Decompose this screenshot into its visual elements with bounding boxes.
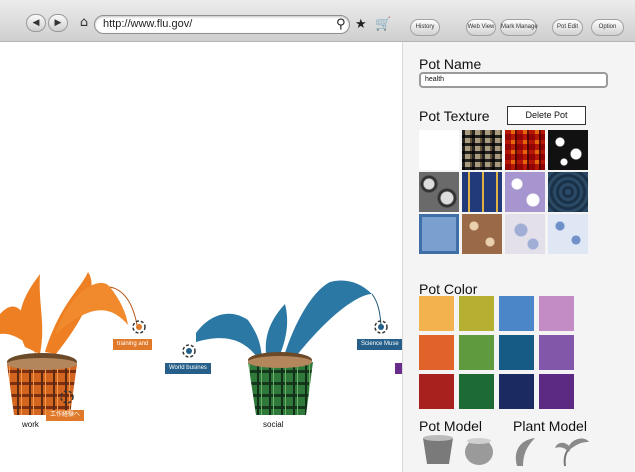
texture-floral-pale[interactable] xyxy=(505,214,545,254)
pot-caption-social: social xyxy=(263,420,284,429)
url-text: http://www.flu.gov/ xyxy=(103,18,193,30)
pot-rim xyxy=(7,358,77,370)
color-swatch[interactable] xyxy=(459,374,494,409)
color-swatch[interactable] xyxy=(419,296,454,331)
texture-paisley-brown[interactable] xyxy=(462,214,502,254)
pot-edit-button[interactable]: Pot Edit xyxy=(552,19,583,36)
pot-caption-work: work xyxy=(22,420,39,429)
mark-manage-button[interactable]: Mark Manage xyxy=(500,19,538,36)
option-button[interactable]: Option xyxy=(591,19,624,36)
search-icon[interactable]: ⚲ xyxy=(336,17,346,32)
texture-damask[interactable] xyxy=(548,130,588,170)
texture-floral-lilac[interactable] xyxy=(505,172,545,212)
plant-model-title: Plant Model xyxy=(513,418,587,434)
pot-model-round-icon[interactable] xyxy=(465,438,493,465)
model-icons xyxy=(423,435,589,467)
plant-model-leaf-icon[interactable] xyxy=(515,438,535,466)
color-swatch[interactable] xyxy=(539,374,574,409)
cart-icon[interactable]: 🛒 xyxy=(375,17,391,32)
home-icon[interactable]: ⌂ xyxy=(76,16,92,32)
texture-plaid-red[interactable] xyxy=(505,130,545,170)
app-window: ◀ ▶ ⌂ http://www.flu.gov/ ⚲ ★ 🛒 History … xyxy=(0,0,635,472)
browser-toolbar: ◀ ▶ ⌂ http://www.flu.gov/ ⚲ ★ 🛒 History … xyxy=(0,0,635,42)
blue-stem xyxy=(371,293,382,326)
web-view-button[interactable]: Web View xyxy=(466,19,496,36)
pot-texture-title: Pot Texture xyxy=(419,108,490,124)
node-dot xyxy=(186,348,192,354)
plant-canvas[interactable] xyxy=(0,42,402,472)
texture-tribal-blue[interactable] xyxy=(462,172,502,212)
color-swatch[interactable] xyxy=(539,296,574,331)
star-icon[interactable]: ★ xyxy=(355,17,367,32)
pot-edit-panel: Pot Name health Pot Texture Delete Pot P… xyxy=(402,42,635,472)
texture-blue-linen[interactable] xyxy=(419,214,459,254)
texture-floral-blue[interactable] xyxy=(548,214,588,254)
history-button[interactable]: History xyxy=(410,19,440,36)
link-label-science[interactable]: Science Muse xyxy=(357,339,403,350)
texture-spiral-navy[interactable] xyxy=(548,172,588,212)
plant-model-palm-icon[interactable] xyxy=(555,438,589,467)
delete-pot-button[interactable]: Delete Pot xyxy=(507,106,586,125)
color-swatch[interactable] xyxy=(419,335,454,370)
color-swatch[interactable] xyxy=(539,335,574,370)
texture-plaid-neutral[interactable] xyxy=(462,130,502,170)
link-label-training[interactable]: training and xyxy=(113,339,153,350)
texture-swirl-gray[interactable] xyxy=(419,172,459,212)
pot-model-bucket-icon[interactable] xyxy=(423,435,453,464)
url-bar[interactable]: http://www.flu.gov/ xyxy=(94,15,350,34)
link-label-world[interactable]: World busines xyxy=(165,363,211,374)
texture-blank[interactable] xyxy=(419,130,459,170)
color-swatch[interactable] xyxy=(499,335,534,370)
green-pot[interactable] xyxy=(248,362,313,415)
pot-tag[interactable]: 工作経験へ xyxy=(46,410,85,421)
pot-model-title: Pot Model xyxy=(419,418,483,434)
pot-name-input[interactable]: health xyxy=(419,72,608,88)
pot-name-title: Pot Name xyxy=(419,56,482,72)
blue-leaf xyxy=(282,280,372,364)
node-dot xyxy=(378,324,384,330)
color-swatch[interactable] xyxy=(459,335,494,370)
back-icon[interactable]: ◀ xyxy=(26,14,46,32)
color-swatch[interactable] xyxy=(499,374,534,409)
color-swatch[interactable] xyxy=(419,374,454,409)
node-dot xyxy=(136,324,142,330)
orange-pot[interactable] xyxy=(7,364,77,415)
forward-icon[interactable]: ▶ xyxy=(48,14,68,32)
color-swatch[interactable] xyxy=(459,296,494,331)
pot-rim xyxy=(248,356,312,368)
color-swatch[interactable] xyxy=(499,296,534,331)
pot-color-title: Pot Color xyxy=(419,281,478,297)
orange-leaf xyxy=(19,274,43,354)
